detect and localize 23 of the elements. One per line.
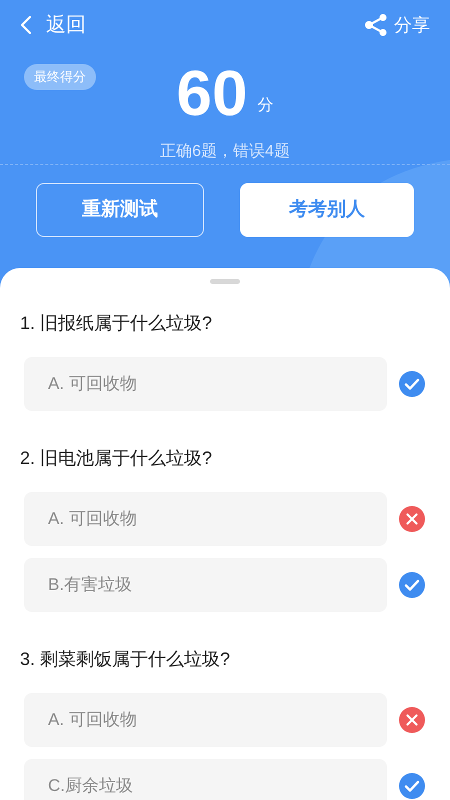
back-button[interactable]: 返回 <box>20 10 86 40</box>
question-title: 1. 旧报纸属于什么垃圾? <box>20 312 214 335</box>
share-button[interactable]: 分享 <box>364 12 430 38</box>
answer-option: A. 可回收物 <box>24 357 387 411</box>
answer-option: C.厨余垃圾 <box>24 759 387 800</box>
check-icon <box>398 370 426 398</box>
share-icon <box>364 13 388 37</box>
cross-icon <box>398 505 426 533</box>
score-unit: 分 <box>258 96 274 116</box>
question-title: 3. 剩菜剩饭属于什么垃圾? <box>20 648 232 671</box>
action-button[interactable]: 重新测试 <box>36 183 204 237</box>
cross-icon <box>398 706 426 734</box>
score-label: 最终得分 <box>24 64 96 90</box>
answer-option: B.有害垃圾 <box>24 558 387 612</box>
question-title: 2. 旧电池属于什么垃圾? <box>20 447 214 470</box>
score-value: 60 <box>176 58 248 128</box>
action-button[interactable]: 考考别人 <box>240 183 414 237</box>
answer-option: A. 可回收物 <box>24 693 387 747</box>
drag-handle[interactable] <box>210 279 240 284</box>
answer-option: A. 可回收物 <box>24 492 387 546</box>
check-icon <box>398 571 426 599</box>
back-icon <box>20 15 32 35</box>
score-summary: 正确6题，错误4题 <box>160 142 290 162</box>
